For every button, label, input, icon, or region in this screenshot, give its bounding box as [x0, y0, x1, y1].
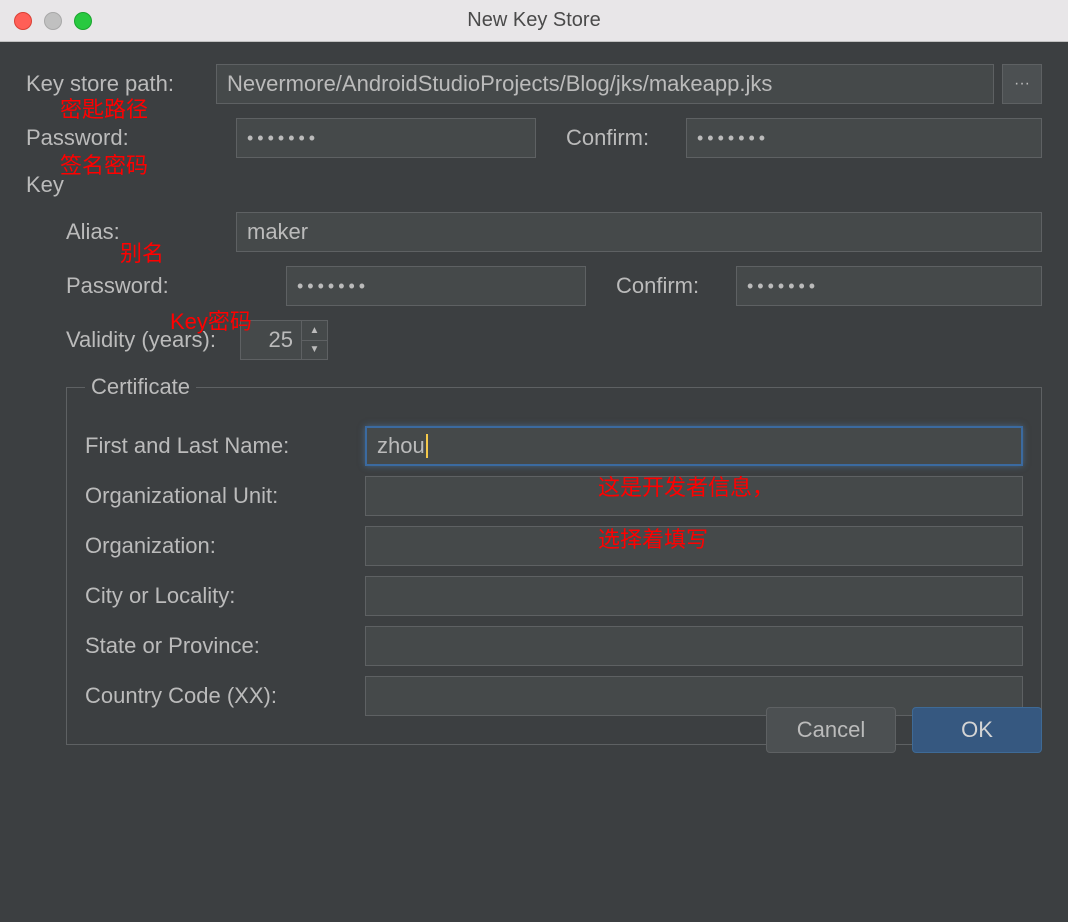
key-password-input[interactable]: •••••••: [286, 266, 586, 306]
keystore-password-input[interactable]: •••••••: [236, 118, 536, 158]
org-unit-label: Organizational Unit:: [85, 483, 365, 509]
first-last-label: First and Last Name:: [85, 433, 365, 459]
keystore-path-value: Nevermore/AndroidStudioProjects/Blog/jks…: [227, 71, 772, 97]
country-label: Country Code (XX):: [85, 683, 365, 709]
keystore-confirm-label: Confirm:: [566, 125, 686, 151]
key-confirm-input[interactable]: •••••••: [736, 266, 1042, 306]
dialog-content: Key store path: Nevermore/AndroidStudioP…: [0, 42, 1068, 763]
certificate-legend: Certificate: [85, 374, 196, 400]
key-password-value: •••••••: [297, 276, 369, 297]
city-label: City or Locality:: [85, 583, 365, 609]
validity-label: Validity (years):: [66, 327, 216, 353]
key-section-label: Key: [26, 172, 64, 198]
key-section: Alias: maker Password: ••••••• Confirm: …: [66, 212, 1042, 745]
keystore-path-label: Key store path:: [26, 71, 216, 97]
key-confirm-value: •••••••: [747, 276, 819, 297]
certificate-group: Certificate First and Last Name: zhou Or…: [66, 374, 1042, 745]
org-input[interactable]: [365, 526, 1023, 566]
alias-label: Alias:: [66, 219, 236, 245]
org-unit-input[interactable]: [365, 476, 1023, 516]
dialog-footer: Cancel OK: [766, 707, 1042, 753]
key-password-label: Password:: [66, 273, 286, 299]
alias-input[interactable]: maker: [236, 212, 1042, 252]
ok-button[interactable]: OK: [912, 707, 1042, 753]
keystore-password-label: Password:: [26, 125, 236, 151]
cancel-button[interactable]: Cancel: [766, 707, 896, 753]
alias-value: maker: [247, 219, 308, 245]
state-label: State or Province:: [85, 633, 365, 659]
keystore-path-input[interactable]: Nevermore/AndroidStudioProjects/Blog/jks…: [216, 64, 994, 104]
titlebar: New Key Store: [0, 0, 1068, 42]
ellipsis-icon: ···: [1014, 75, 1030, 93]
city-input[interactable]: [365, 576, 1023, 616]
window-title: New Key Store: [0, 9, 1068, 32]
validity-value[interactable]: 25: [241, 321, 301, 359]
text-caret-icon: [426, 434, 428, 458]
org-label: Organization:: [85, 533, 365, 559]
keystore-confirm-value: •••••••: [697, 128, 769, 149]
spinner-up-icon[interactable]: ▲: [302, 321, 327, 341]
first-last-value: zhou: [377, 433, 425, 459]
browse-button[interactable]: ···: [1002, 64, 1042, 104]
first-last-input[interactable]: zhou: [365, 426, 1023, 466]
key-confirm-label: Confirm:: [616, 273, 736, 299]
state-input[interactable]: [365, 626, 1023, 666]
validity-spinner[interactable]: 25 ▲ ▼: [240, 320, 328, 360]
keystore-password-value: •••••••: [247, 128, 319, 149]
keystore-confirm-input[interactable]: •••••••: [686, 118, 1042, 158]
spinner-down-icon[interactable]: ▼: [302, 341, 327, 360]
